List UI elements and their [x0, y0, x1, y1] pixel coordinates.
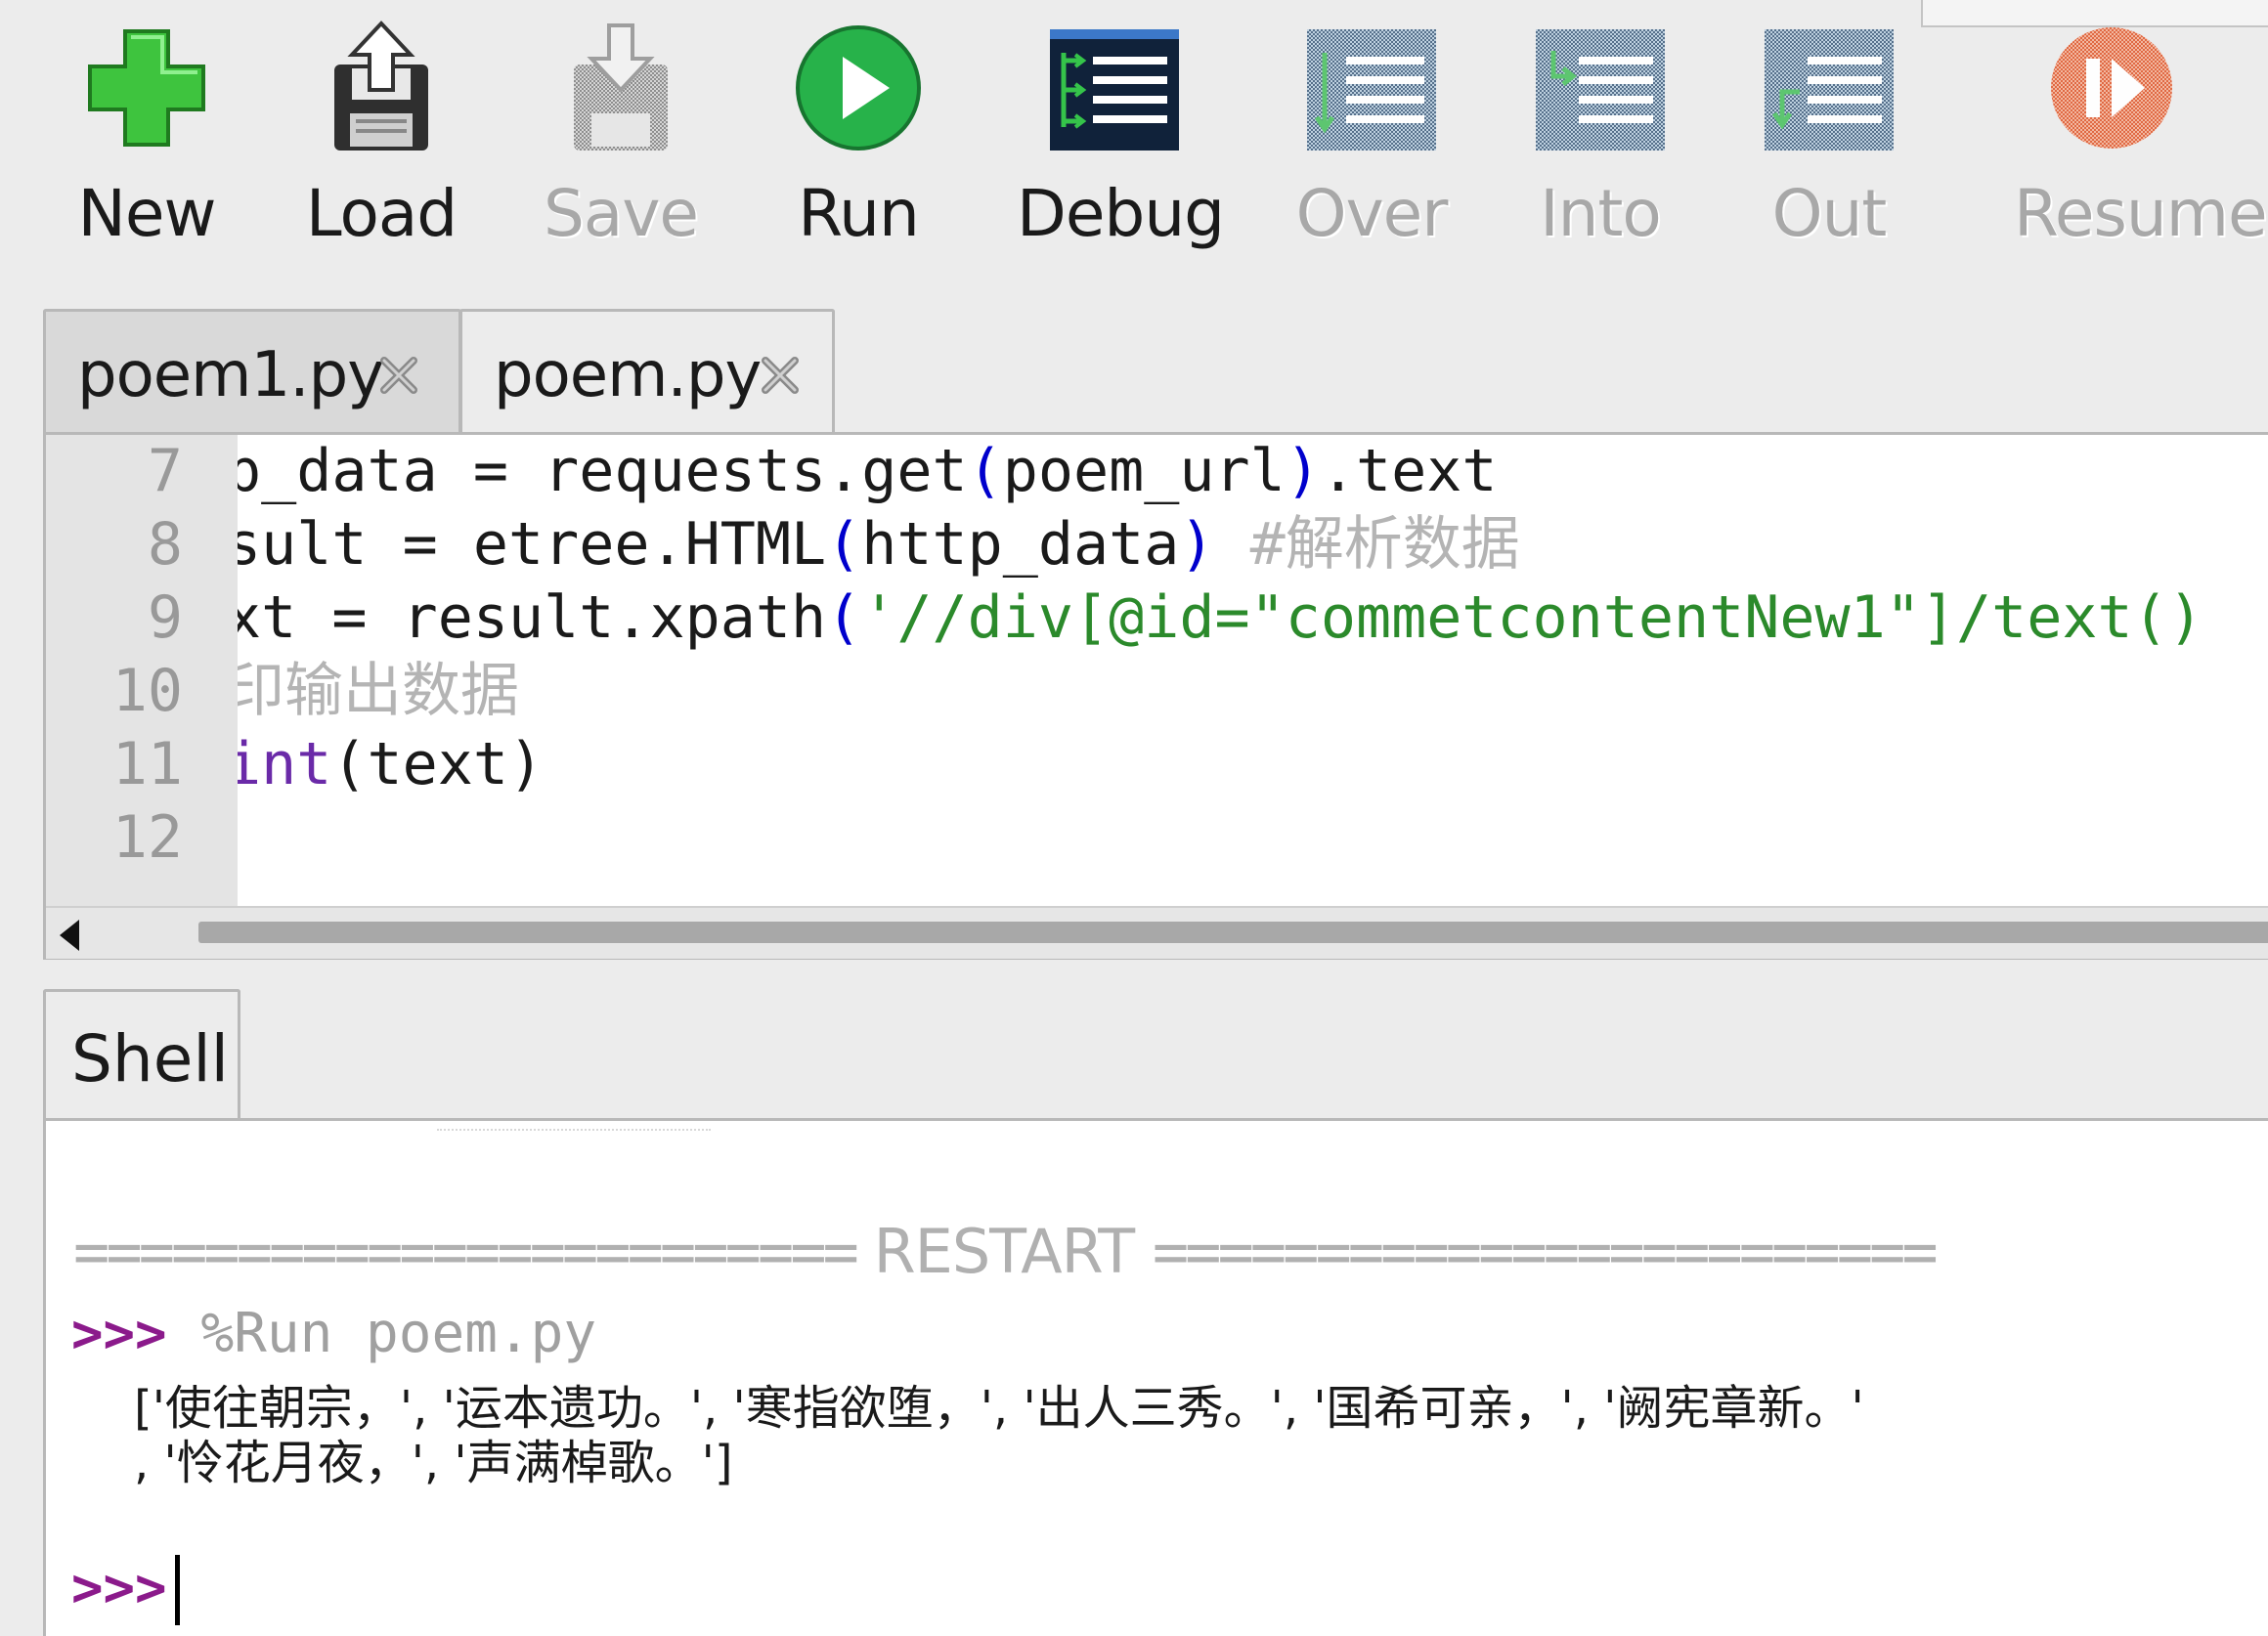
scrollbar-thumb[interactable]	[198, 922, 2268, 943]
save-button[interactable]: Save	[523, 15, 719, 269]
tab-poem1-py[interactable]: poem1.py	[43, 309, 461, 434]
tab-label: poem1.py	[77, 339, 384, 411]
step-out-icon	[1761, 20, 1897, 156]
code-line: 印输出数据	[238, 655, 531, 728]
resume-button-label: Resume	[2014, 176, 2268, 251]
text-caret	[174, 1554, 180, 1625]
line-number-gutter: 7 8 9 10 11 12	[46, 435, 238, 906]
load-button[interactable]: Load	[284, 15, 479, 269]
shell-prompt: >>>	[71, 1303, 167, 1364]
line-number: 12	[111, 803, 183, 872]
step-into-button[interactable]: Into	[1503, 15, 1698, 269]
resume-icon	[2043, 20, 2180, 156]
load-button-label: Load	[305, 176, 458, 251]
debug-button-label: Debug	[1017, 176, 1225, 251]
editor-pane[interactable]: 7 8 9 10 11 12 p_data = requests.get(poe…	[43, 432, 2268, 960]
tab-label: Shell	[71, 1021, 230, 1097]
line-number: 9	[147, 583, 183, 652]
command-line: >>> %Run poem.py	[71, 1293, 596, 1373]
debug-icon	[1046, 20, 1183, 156]
code-line: sult = etree.HTML(http_data) #解析数据	[238, 510, 1520, 579]
code-line: int(text)	[238, 730, 545, 798]
load-floppy-icon	[313, 20, 450, 156]
code-line: p_data = requests.get(poem_url).text	[238, 437, 1498, 505]
output-line: ['使往朝宗，', '运本遗功。', '寒指欲堕，', '出人三秀。', '国希…	[134, 1381, 1864, 1436]
shell-pane[interactable]: ======================== RESTART =======…	[43, 1118, 2268, 1636]
line-number: 7	[147, 437, 183, 505]
step-into-button-label: Into	[1540, 176, 1662, 251]
plus-icon	[78, 20, 215, 156]
editor-notebook: poem1.py poem.py 7 8 9 10 11 12 p_data =	[43, 309, 2268, 960]
save-floppy-icon	[552, 20, 689, 156]
new-button-label: New	[77, 176, 217, 251]
step-over-button-label: Over	[1295, 176, 1449, 251]
run-button[interactable]: Run	[761, 15, 956, 269]
save-button-label: Save	[543, 176, 699, 251]
scroll-left-icon[interactable]	[60, 920, 79, 951]
resume-button[interactable]: Resume	[2014, 15, 2268, 269]
step-over-button[interactable]: Over	[1274, 15, 1469, 269]
tab-poem-py[interactable]: poem.py	[459, 309, 835, 436]
step-over-icon	[1303, 20, 1440, 156]
code-line: xt = result.xpath('//div[@id="commetcont…	[238, 583, 2203, 652]
input-line[interactable]: >>>	[71, 1547, 180, 1627]
shell-notebook: Shell ======================== RESTART =…	[43, 989, 2268, 1636]
close-icon[interactable]	[376, 353, 421, 398]
horizontal-scrollbar[interactable]	[46, 906, 2268, 959]
tab-label: poem.py	[494, 339, 762, 411]
output-line: , '怜花月夜，', '声满棹歌。']	[134, 1436, 733, 1490]
toolbar: New Load Save Run Debug Over Into Out Re…	[0, 0, 2268, 283]
code-string: '//div[@id="commetcontentNew1"]/text()	[861, 583, 2203, 652]
scrolled-text-remnant	[437, 1123, 711, 1131]
code-comment: 印输出数据	[238, 657, 519, 725]
step-out-button-label: Out	[1771, 176, 1888, 251]
step-into-icon	[1532, 20, 1669, 156]
close-icon[interactable]	[758, 353, 803, 398]
run-button-label: Run	[798, 176, 920, 251]
shell-prompt: >>>	[71, 1557, 167, 1618]
debug-button[interactable]: Debug	[1017, 15, 1225, 269]
run-command: %Run poem.py	[200, 1302, 597, 1365]
line-number: 8	[147, 510, 183, 579]
line-number: 10	[111, 657, 183, 725]
step-out-button[interactable]: Out	[1731, 15, 1927, 269]
tab-shell[interactable]: Shell	[43, 989, 240, 1120]
restart-line: ======================== RESTART =======…	[73, 1216, 1939, 1287]
restart-word: RESTART	[873, 1216, 1136, 1287]
program-output: ['使往朝宗，', '运本遗功。', '寒指欲堕，', '出人三秀。', '国希…	[134, 1381, 2268, 1490]
code-area[interactable]: p_data = requests.get(poem_url).text sul…	[238, 435, 2268, 906]
run-play-icon	[790, 20, 927, 156]
line-number: 11	[111, 730, 183, 798]
new-button[interactable]: New	[49, 15, 244, 269]
code-comment: #解析数据	[1249, 510, 1520, 579]
